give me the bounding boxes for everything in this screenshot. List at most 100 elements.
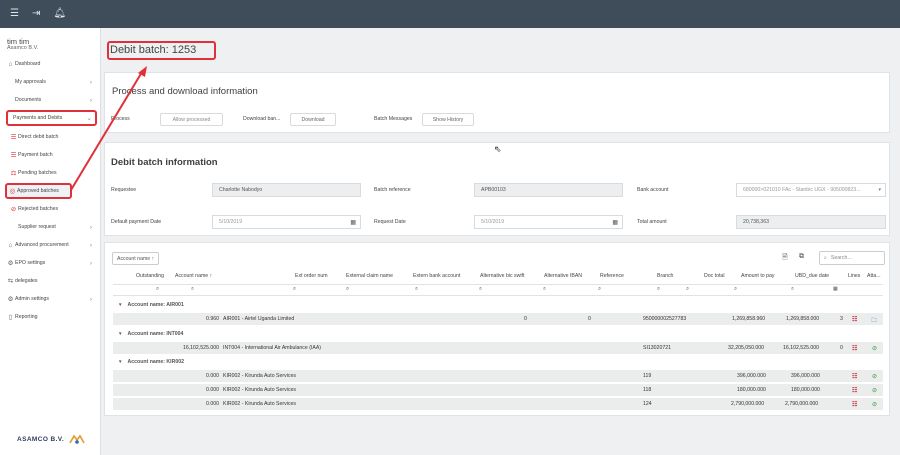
- link-icon[interactable]: ⊘: [872, 401, 877, 408]
- group-row-int004[interactable]: ▾ Account name: INT004: [113, 328, 883, 340]
- default-payment-date-label: Default payment Date: [111, 219, 162, 225]
- sidebar-item-reporting[interactable]: ▯ Reporting: [0, 310, 100, 324]
- sidebar-item-supplier-request[interactable]: Supplier request ›: [0, 220, 100, 234]
- sidebar-item-dashboard[interactable]: ⌂ Dashboard: [0, 57, 100, 71]
- collapse-caret-icon[interactable]: ▾: [119, 359, 122, 365]
- download-button[interactable]: Download: [290, 113, 336, 126]
- column-header-extern-bank-account[interactable]: Extern bank account: [413, 273, 460, 279]
- table-row[interactable]: 16,102,525.000 INT004 - International Ai…: [113, 342, 883, 355]
- bell-icon[interactable]: 🔔︎: [53, 9, 66, 19]
- lines-list-icon[interactable]: ☷: [852, 316, 857, 323]
- table-row[interactable]: 0.000 KIR002 - Kirunda Auto Services 118…: [113, 384, 883, 397]
- menu-icon[interactable]: ☰: [10, 9, 19, 19]
- calendar-icon[interactable]: ▦: [350, 219, 356, 226]
- group-by-chip[interactable]: Account name ↑: [112, 252, 160, 265]
- filter-search-icon[interactable]: ⌕: [543, 286, 546, 293]
- sidebar-item-approved-batches[interactable]: ◎ Approved batches: [5, 183, 72, 199]
- filter-search-icon[interactable]: ⌕: [191, 286, 194, 293]
- table-row[interactable]: 0.000 KIR002 - Kirunda Auto Services 119…: [113, 370, 883, 383]
- column-header-outstanding[interactable]: Outstanding: [136, 273, 164, 279]
- sidebar-item-payment-batch[interactable]: ☰ Payment batch: [0, 148, 100, 162]
- cell-ubd-due-date: 1,269,858.000: [786, 316, 820, 322]
- chevron-down-icon: ⌄: [86, 115, 92, 122]
- sidebar-item-rejected-batches[interactable]: ⊘ Rejected batches: [0, 202, 100, 216]
- total-amount-value: 20,738,363: [743, 219, 769, 225]
- collapse-caret-icon[interactable]: ▾: [119, 302, 122, 308]
- bank-account-value: 680000>021010 FAc - Stanbic UGX - 905000…: [743, 187, 861, 193]
- column-header-doc-total[interactable]: Doc total: [704, 273, 724, 279]
- group-row-kir002[interactable]: ▾ Account name: KIR002: [113, 356, 883, 368]
- filter-search-icon[interactable]: ⌕: [791, 286, 794, 293]
- filter-search-icon[interactable]: ⌕: [686, 286, 689, 293]
- sidebar-item-my-approvals[interactable]: My approvals ›: [0, 75, 100, 89]
- company-logo: ASAMCO B.V.: [17, 434, 85, 445]
- column-header-ubd-due-date[interactable]: UBD_due date: [795, 273, 829, 279]
- sidebar-item-admin-settings[interactable]: ⚙ Admin settings ›: [0, 292, 100, 306]
- logout-icon[interactable]: ⇥: [32, 9, 40, 19]
- lines-list-icon[interactable]: ☷: [852, 373, 857, 380]
- table-row[interactable]: 0.000 KIR002 - Kirunda Auto Services 124…: [113, 398, 883, 411]
- chevron-right-icon: ›: [89, 223, 92, 231]
- sidebar-item-delegates[interactable]: ⇆ delegates: [0, 274, 100, 288]
- filter-search-icon[interactable]: ⌕: [346, 286, 349, 293]
- sidebar-item-epo-settings[interactable]: ⚙ EPO settings ›: [0, 256, 100, 270]
- column-header-lines[interactable]: Lines: [848, 273, 860, 279]
- show-history-button[interactable]: Show History: [422, 113, 474, 126]
- collapse-caret-icon[interactable]: ▾: [119, 331, 122, 337]
- cell-branch: SI13020721: [643, 345, 671, 351]
- cell-amount-to-pay: 1,269,858.960: [732, 316, 766, 322]
- request-date-input[interactable]: 5/10/2019 ▦: [474, 215, 623, 229]
- lines-list-icon[interactable]: ☷: [852, 401, 857, 408]
- bank-account-select[interactable]: 680000>021010 FAc - Stanbic UGX - 905000…: [736, 183, 886, 197]
- sidebar-item-direct-debit-batch[interactable]: ☰ Direct debit batch: [0, 130, 100, 144]
- filter-search-icon[interactable]: ⌕: [479, 286, 482, 293]
- sidebar-item-documents[interactable]: Documents ›: [0, 93, 100, 107]
- link-icon[interactable]: ⊘: [872, 345, 877, 352]
- chevron-right-icon: ›: [89, 295, 92, 303]
- download-label: Download ban...: [243, 116, 281, 122]
- cell-extra: 0: [840, 345, 843, 351]
- group-row-air001[interactable]: ▾ Account name: AIR001: [113, 299, 883, 311]
- search-input[interactable]: ⌕ Search...: [819, 251, 885, 265]
- sidebar-item-payments-and-debits[interactable]: Payments and Debits ⌄: [6, 110, 97, 126]
- folder-icon[interactable]: 🗀︎: [871, 316, 877, 326]
- column-header-alternative-iban[interactable]: Alternative IBAN: [544, 273, 582, 279]
- check-circle-icon: ◎: [9, 188, 16, 195]
- copy-icon[interactable]: ⧉: [799, 253, 804, 261]
- lines-list-icon[interactable]: ☷: [852, 387, 857, 394]
- filter-search-icon[interactable]: ⌕: [657, 286, 660, 293]
- column-header-ext-order-num[interactable]: Ext order num: [295, 273, 328, 279]
- mouse-cursor-icon: ⇖: [494, 144, 502, 154]
- sidebar-item-label: Reporting: [15, 314, 38, 320]
- link-icon[interactable]: ⊘: [872, 373, 877, 380]
- column-header-alternative-bic-swift[interactable]: Alternative bic swift: [480, 273, 524, 279]
- column-header-branch[interactable]: Branch: [657, 273, 673, 279]
- default-payment-date-input[interactable]: 5/10/2019 ▦: [212, 215, 361, 229]
- sidebar-item-label: My approvals: [15, 79, 46, 85]
- delegates-icon: ⇆: [7, 278, 14, 285]
- sidebar-item-advanced-procurement[interactable]: ⌂ Advanced procurement ›: [0, 238, 100, 252]
- column-header-account-name[interactable]: Account name ↑: [175, 273, 212, 279]
- sidebar-item-label: Direct debit batch: [18, 134, 59, 140]
- column-header-reference[interactable]: Reference: [600, 273, 624, 279]
- filter-search-icon[interactable]: ⌕: [293, 286, 296, 293]
- calendar-icon[interactable]: ▦: [612, 219, 618, 226]
- allow-processed-button[interactable]: Allow processed: [160, 113, 223, 126]
- filter-search-icon[interactable]: ⌕: [734, 286, 737, 293]
- column-header-external-claim-name[interactable]: External claim name: [346, 273, 393, 279]
- sidebar-item-label: EPO settings: [15, 260, 46, 266]
- filter-calendar-icon[interactable]: ▦: [833, 286, 838, 292]
- default-payment-date-value: 5/10/2019: [219, 219, 243, 225]
- filter-search-icon[interactable]: ⌕: [415, 286, 418, 293]
- lines-list-icon[interactable]: ☷: [852, 345, 857, 352]
- filter-search-icon[interactable]: ⌕: [598, 286, 601, 293]
- sidebar-item-pending-batches[interactable]: ⚖ Pending batches: [0, 166, 100, 180]
- column-header-amount-to-pay[interactable]: Amount to pay: [741, 273, 774, 279]
- cell-amount-to-pay: 180,000.000: [737, 387, 766, 393]
- chevron-right-icon: ›: [89, 78, 92, 86]
- table-row[interactable]: 0.960 AIR001 - Airtel Uganda Limited 0 0…: [113, 313, 883, 326]
- link-icon[interactable]: ⊘: [872, 387, 877, 394]
- export-pdf-icon[interactable]: 🗎︎: [782, 253, 788, 264]
- filter-search-icon[interactable]: ⌕: [156, 286, 159, 293]
- column-header-attachments[interactable]: Atta...: [867, 273, 881, 279]
